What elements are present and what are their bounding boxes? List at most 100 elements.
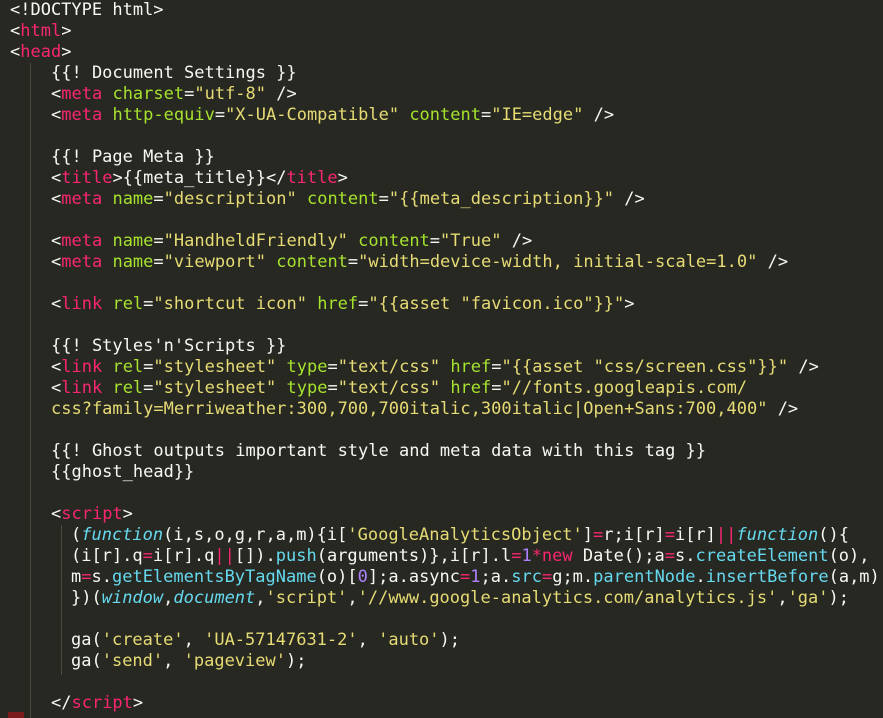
code-token: ;a. bbox=[480, 567, 512, 587]
code-line[interactable]: <!DOCTYPE html> bbox=[0, 0, 883, 21]
code-line[interactable]: <link rel="stylesheet" type="text/css" h… bbox=[0, 378, 883, 399]
code-token: i[r] bbox=[674, 525, 716, 545]
code-token: 0 bbox=[357, 567, 368, 587]
code-token: head bbox=[20, 42, 62, 62]
code-line[interactable]: m=s.getElementsByTagName(o)[0];a.async=1… bbox=[0, 567, 883, 588]
code-line[interactable]: <html> bbox=[0, 21, 883, 42]
code-line[interactable]: <meta http-equiv="X-UA-Compatible" conte… bbox=[0, 105, 883, 126]
code-token: , bbox=[255, 588, 266, 608]
code-token: document bbox=[173, 588, 256, 608]
code-line[interactable] bbox=[0, 210, 883, 231]
code-line[interactable] bbox=[0, 315, 883, 336]
code-line[interactable]: <script> bbox=[0, 504, 883, 525]
code-line[interactable]: {{! Page Meta }} bbox=[0, 147, 883, 168]
code-token: "shortcut icon" bbox=[153, 294, 307, 314]
code-token: < bbox=[51, 504, 62, 524]
code-token: <!DOCTYPE html> bbox=[10, 0, 164, 20]
code-token: 'send' bbox=[101, 651, 164, 671]
code-token: function bbox=[736, 525, 819, 545]
code-token: = bbox=[511, 546, 522, 566]
code-token: "//fonts.googleapis.com/ bbox=[501, 378, 748, 398]
code-token: > bbox=[337, 168, 348, 188]
code-text: css?family=Merriweather:300,700,700itali… bbox=[51, 399, 798, 420]
code-token: m bbox=[71, 567, 82, 587]
code-line[interactable] bbox=[0, 483, 883, 504]
code-token: (o)[ bbox=[316, 567, 358, 587]
code-line[interactable]: {{! Ghost outputs important style and me… bbox=[0, 441, 883, 462]
code-line[interactable]: <meta name="description" content="{{meta… bbox=[0, 189, 883, 210]
code-line[interactable]: {{! Styles'n'Scripts }} bbox=[0, 336, 883, 357]
code-token: meta bbox=[61, 189, 103, 209]
code-line[interactable]: <link rel="shortcut icon" href="{{asset … bbox=[0, 294, 883, 315]
code-line[interactable]: (i[r].q=i[r].q||[]).push(arguments)},i[r… bbox=[0, 546, 883, 567]
code-token: 'create' bbox=[101, 630, 184, 650]
code-token: 1 bbox=[470, 567, 481, 587]
code-token: (){ bbox=[818, 525, 849, 545]
code-line[interactable]: (function(i,s,o,g,r,a,m){i['GoogleAnalyt… bbox=[0, 525, 883, 546]
code-token: "True" bbox=[440, 231, 502, 251]
code-token: getElementsByTagName bbox=[111, 567, 317, 587]
code-line[interactable]: <meta name="HandheldFriendly" content="T… bbox=[0, 231, 883, 252]
code-token: s. bbox=[675, 546, 696, 566]
code-token: 'UA-57147631-2' bbox=[204, 630, 358, 650]
code-line[interactable] bbox=[0, 672, 883, 693]
code-token: css?family=Merriweather:300,700,700itali… bbox=[51, 399, 768, 419]
code-token: 'pageview' bbox=[183, 651, 286, 671]
code-token: = bbox=[491, 378, 502, 398]
code-line[interactable]: <title>{{meta_title}}</title> bbox=[0, 168, 883, 189]
code-token: < bbox=[10, 42, 21, 62]
code-token: rel bbox=[112, 357, 144, 377]
code-token: script bbox=[71, 693, 133, 713]
code-line[interactable]: </script> bbox=[0, 693, 883, 714]
code-token: = bbox=[143, 378, 154, 398]
code-line[interactable] bbox=[0, 126, 883, 147]
code-token: = bbox=[184, 84, 195, 104]
code-line[interactable]: ga('create', 'UA-57147631-2', 'auto'); bbox=[0, 630, 883, 651]
code-token: parentNode bbox=[593, 567, 696, 587]
code-line[interactable]: <meta charset="utf-8" /> bbox=[0, 84, 883, 105]
code-token: http-equiv bbox=[112, 105, 215, 125]
code-line[interactable]: ga('send', 'pageview'); bbox=[0, 651, 883, 672]
code-token: link bbox=[61, 357, 103, 377]
code-token: < bbox=[51, 189, 62, 209]
code-token: /> bbox=[501, 231, 533, 251]
code-token: = bbox=[480, 105, 492, 125]
code-token: (i,s,o,g,r,a,m){i[ bbox=[163, 525, 348, 545]
code-editor[interactable]: <!DOCTYPE html> <html> <head> {{! Document … bbox=[0, 0, 883, 718]
code-line[interactable]: })(window,document,'script','//www.googl… bbox=[0, 588, 883, 609]
code-line[interactable]: <link rel="stylesheet" type="text/css" h… bbox=[0, 357, 883, 378]
code-line[interactable]: <head> bbox=[0, 42, 883, 63]
code-line[interactable] bbox=[0, 420, 883, 441]
code-token: ga( bbox=[71, 630, 102, 650]
code-token: = bbox=[347, 252, 359, 272]
code-token: rel bbox=[112, 294, 144, 314]
code-token: "stylesheet" bbox=[153, 357, 277, 377]
code-token: 'ga' bbox=[787, 588, 829, 608]
code-token: || bbox=[715, 525, 737, 545]
code-token: = bbox=[378, 189, 389, 209]
code-line[interactable] bbox=[0, 609, 883, 630]
code-token: = bbox=[664, 525, 675, 545]
code-token: push bbox=[275, 546, 317, 566]
code-token: type bbox=[286, 357, 328, 377]
code-token: "X-UA-Compatible" bbox=[225, 105, 400, 125]
code-token: 'auto' bbox=[378, 630, 440, 650]
code-line[interactable] bbox=[0, 273, 883, 294]
code-line[interactable]: {{ghost_head}} bbox=[0, 462, 883, 483]
code-token: , bbox=[163, 588, 174, 608]
code-token: link bbox=[61, 294, 103, 314]
code-token: /> bbox=[583, 105, 615, 125]
code-line[interactable]: <meta name="viewport" content="width=dev… bbox=[0, 252, 883, 273]
code-line[interactable]: {{! Document Settings }} bbox=[0, 63, 883, 84]
code-token: > bbox=[132, 693, 144, 713]
code-token: > bbox=[122, 504, 133, 524]
code-text: m=s.getElementsByTagName(o)[0];a.async=1… bbox=[71, 567, 880, 588]
code-line[interactable]: css?family=Merriweather:300,700,700itali… bbox=[0, 399, 883, 420]
code-token: > bbox=[624, 294, 635, 314]
code-token: script bbox=[61, 504, 123, 524]
